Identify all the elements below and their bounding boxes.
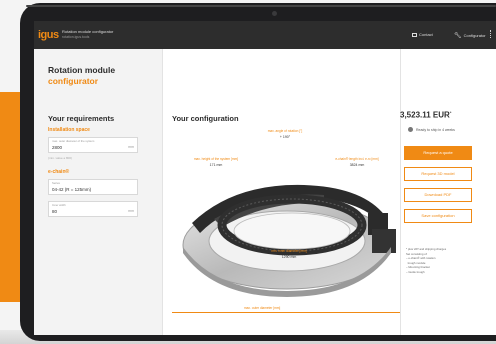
igus-logo[interactable]: igus: [38, 29, 59, 41]
price-value: 3,523.11 EUR: [400, 110, 450, 120]
price: 3,523.11 EUR*: [400, 110, 451, 120]
echain-heading: e-chain®: [48, 169, 70, 175]
field-label: Inner width: [52, 203, 66, 207]
save-configuration-button[interactable]: Save configuration: [404, 209, 472, 223]
price-footnote-mark: *: [449, 110, 452, 115]
laptop-screen: igus Rotation module configurator rotati…: [34, 21, 496, 335]
field-value: 80: [52, 209, 58, 214]
download-pdf-button[interactable]: Download PDF: [404, 188, 472, 202]
price-notes: * plus VAT and shipping charges Set cons…: [406, 247, 446, 274]
field-value: 04-42 (R = 125mm): [52, 187, 92, 192]
configuration-heading: Your configuration: [172, 114, 239, 123]
note-vat: * plus VAT and shipping charges: [406, 247, 447, 251]
photo-scene: igus Rotation module configurator rotati…: [0, 0, 496, 344]
app-header: igus Rotation module configurator rotati…: [34, 21, 496, 49]
rotation-module-render: [182, 184, 396, 297]
inner-diameter-value: 1290 mm: [281, 255, 297, 259]
nav-configurator[interactable]: 🔧︎ Configurator: [454, 32, 486, 39]
nav-contact[interactable]: Contact: [412, 32, 433, 37]
field-value: 2800: [52, 145, 63, 150]
angle-label: max. angle of rotation [°]: [267, 129, 303, 133]
mail-icon: [412, 33, 417, 37]
height-label: max. height of the system [mm]: [193, 157, 239, 161]
shipping-status: Ready to ship in 4 weeks: [416, 128, 455, 132]
request-quote-button[interactable]: Request a quote: [404, 146, 472, 160]
field-label: Series: [52, 181, 60, 185]
wrench-icon: 🔧︎: [454, 33, 462, 39]
field-hint: (min. value ≥ 800): [48, 156, 72, 160]
shipping-icon: [408, 127, 413, 132]
chain-length-value: 3824 mm: [349, 163, 365, 167]
request-3d-button[interactable]: Request 3D model: [404, 167, 472, 181]
inner-width-field[interactable]: Inner width 80 mm: [48, 201, 138, 217]
nav-contact-label: Contact: [419, 32, 433, 37]
series-select[interactable]: Series 04-42 (R = 125mm): [48, 179, 138, 195]
field-unit: mm: [128, 209, 134, 213]
requirements-heading: Your requirements: [48, 114, 115, 123]
outer-diameter-field[interactable]: max. outer diameter of the system 2800 m…: [48, 137, 138, 153]
note-item: – Guide trough: [406, 269, 425, 274]
panel-divider: [400, 49, 401, 335]
webcam: [272, 11, 277, 16]
nav-configurator-label: Configurator: [463, 33, 486, 38]
bezel-edge: [26, 5, 496, 7]
height-value: 171 mm: [209, 163, 223, 167]
chain-length-label: e-chain® length incl. e-rc [mm]: [335, 157, 379, 161]
app-title: Rotation module configurator: [62, 29, 114, 34]
angle-value: + 190°: [279, 135, 291, 139]
app-subtitle: rotation.igus.tools: [62, 35, 90, 39]
outer-diameter-line: [172, 312, 400, 313]
field-label: max. outer diameter of the system: [52, 139, 95, 143]
page-title-accent: configurator: [48, 76, 99, 86]
page-title: Rotation module: [48, 65, 116, 75]
inner-diameter-label: min. inner diameter [mm]: [271, 249, 307, 253]
panel-divider: [162, 49, 163, 335]
installation-space-heading: Installation space: [48, 127, 90, 133]
field-unit: mm: [128, 145, 134, 149]
menu-icon[interactable]: [490, 30, 492, 38]
outer-diameter-label: max. outer diameter [mm]: [244, 306, 281, 310]
